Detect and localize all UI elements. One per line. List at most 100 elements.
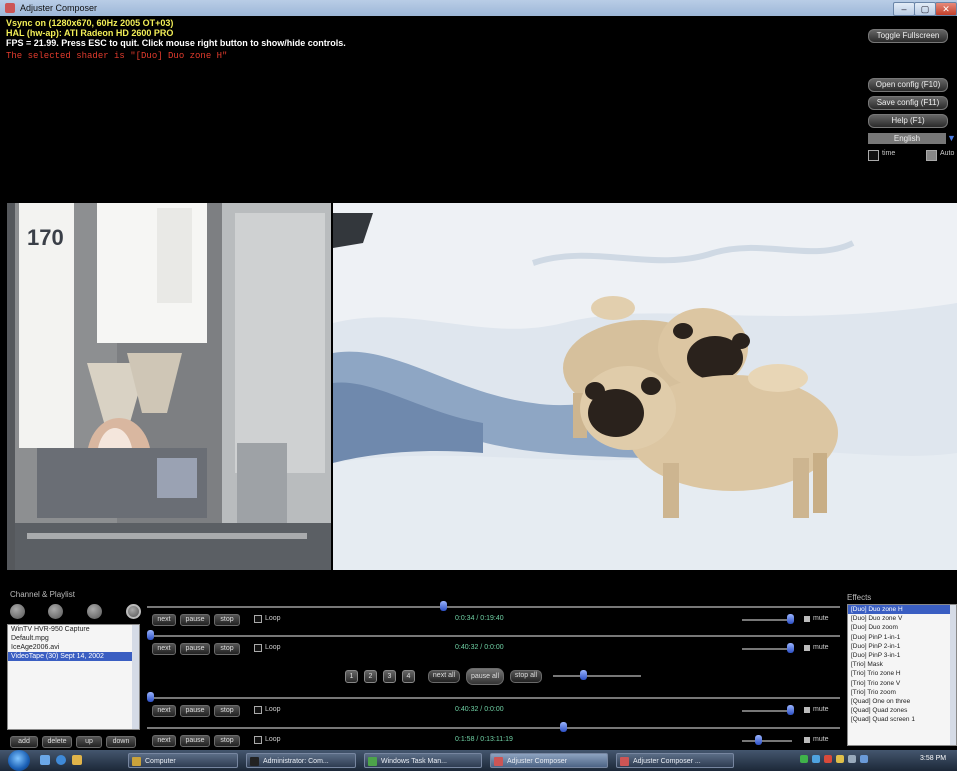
effect-item-selected[interactable]: [Duo] Duo zone H (848, 605, 956, 615)
start-button[interactable] (8, 750, 30, 771)
add-button[interactable]: add (10, 736, 38, 748)
track-3-seek-knob[interactable] (147, 692, 154, 702)
taskbar-item-cmd[interactable]: Administrator: Com... (246, 753, 356, 768)
track-1-seekbar[interactable] (147, 606, 840, 608)
track-3-stop-button[interactable]: stop (214, 705, 240, 717)
track-2-mute-checkbox[interactable] (804, 645, 810, 651)
delete-button[interactable]: delete (42, 736, 72, 748)
next-all-button[interactable]: next all (428, 670, 460, 683)
channel-2-select-button[interactable]: 2 (364, 670, 377, 683)
open-config-button[interactable]: Open config (F10) (868, 78, 948, 92)
effect-item[interactable]: [Quad] Quad zones (848, 706, 956, 715)
effect-item[interactable]: [Trio] Trio zone H (848, 669, 956, 678)
tray-shield-icon[interactable] (812, 755, 820, 763)
effect-item[interactable]: [Quad] One on three (848, 697, 956, 706)
track-4-seekbar[interactable] (147, 727, 840, 729)
taskbar-item-computer[interactable]: Computer (128, 753, 238, 768)
track-4-stop-button[interactable]: stop (214, 735, 240, 747)
track-2-seek-knob[interactable] (147, 630, 154, 640)
channel-1-select-button[interactable]: 1 (345, 670, 358, 683)
playlist-scrollbar[interactable] (132, 625, 139, 729)
effect-item[interactable]: [Duo] PinP 1-in-1 (848, 633, 956, 642)
taskbar-item-taskman[interactable]: Windows Task Man... (364, 753, 482, 768)
effects-list[interactable]: [Duo] Duo zone H [Duo] Duo zone V [Duo] … (847, 604, 957, 746)
track-1-stop-button[interactable]: stop (214, 614, 240, 626)
auto-checkbox[interactable] (926, 150, 937, 161)
effect-item[interactable]: [Trio] Mask (848, 660, 956, 669)
list-item-selected[interactable]: VideoTape (30) Sept 14, 2002 (8, 652, 139, 661)
explorer-icon[interactable] (72, 755, 82, 765)
track-2-volume[interactable] (742, 648, 792, 650)
track-1-seek-knob[interactable] (440, 601, 447, 611)
effect-item[interactable]: [Duo] PinP 3-in-1 (848, 651, 956, 660)
track-3-next-button[interactable]: next (152, 705, 176, 717)
minimize-button[interactable]: – (893, 2, 915, 16)
track-4-mute-checkbox[interactable] (804, 737, 810, 743)
time-checkbox[interactable] (868, 150, 879, 161)
toggle-fullscreen-button[interactable]: Toggle Fullscreen (868, 29, 948, 43)
effect-item[interactable]: [Duo] Duo zoom (848, 623, 956, 632)
tray-alert-icon[interactable] (824, 755, 832, 763)
track-2-loop-checkbox[interactable] (254, 644, 262, 652)
effects-scrollbar[interactable] (950, 605, 956, 745)
close-button[interactable]: ✕ (935, 2, 957, 16)
track-3-volume-knob[interactable] (787, 705, 794, 715)
tray-volume-icon[interactable] (848, 755, 856, 763)
master-volume-slider[interactable] (553, 675, 641, 677)
track-3-mute-checkbox[interactable] (804, 707, 810, 713)
track-1-loop-checkbox[interactable] (254, 615, 262, 623)
list-item[interactable]: IceAge2006.avi (8, 643, 139, 652)
down-button[interactable]: down (106, 736, 136, 748)
master-volume-knob[interactable] (580, 670, 587, 680)
track-2-seekbar[interactable] (147, 635, 840, 637)
track-1-volume[interactable] (742, 619, 792, 621)
taskbar-item-adjuster[interactable]: Adjuster Composer (490, 753, 608, 768)
track-2-next-button[interactable]: next (152, 643, 176, 655)
effect-item[interactable]: [Trio] Trio zoom (848, 688, 956, 697)
pause-all-button[interactable]: pause all (466, 668, 504, 685)
track-1-volume-knob[interactable] (787, 614, 794, 624)
browser-icon[interactable] (56, 755, 66, 765)
channel-4-select-button[interactable]: 4 (402, 670, 415, 683)
show-desktop-icon[interactable] (40, 755, 50, 765)
effect-item[interactable]: [Duo] PinP 2-in-1 (848, 642, 956, 651)
track-3-seekbar[interactable] (147, 697, 840, 699)
effect-item[interactable]: [Duo] Duo zone V (848, 614, 956, 623)
up-button[interactable]: up (76, 736, 102, 748)
tray-network-icon[interactable] (800, 755, 808, 763)
track-4-loop-checkbox[interactable] (254, 736, 262, 744)
track-4-next-button[interactable]: next (152, 735, 176, 747)
clock[interactable]: 3:58 PM (920, 755, 946, 762)
effect-item[interactable]: [Quad] Quad screen 1 (848, 715, 956, 724)
track-2-pause-button[interactable]: pause (180, 643, 210, 655)
tray-display-icon[interactable] (860, 755, 868, 763)
tray-folder-icon[interactable] (836, 755, 844, 763)
playlist-list[interactable]: WinTV HVR-950 Capture Default.mpg IceAge… (7, 624, 140, 730)
list-item[interactable]: WinTV HVR-950 Capture (8, 625, 139, 634)
language-select[interactable]: English (868, 133, 946, 144)
track-4-volume-knob[interactable] (755, 735, 762, 745)
channel-4-button[interactable] (126, 604, 141, 619)
effect-item[interactable]: [Trio] Trio zone V (848, 679, 956, 688)
maximize-button[interactable]: ▢ (914, 2, 936, 16)
stop-all-button[interactable]: stop all (510, 670, 542, 683)
track-2-stop-button[interactable]: stop (214, 643, 240, 655)
track-1-pause-button[interactable]: pause (180, 614, 210, 626)
track-4-seek-knob[interactable] (560, 722, 567, 732)
chevron-down-icon[interactable]: ▼ (947, 133, 957, 144)
track-4-volume[interactable] (742, 740, 792, 742)
channel-2-button[interactable] (48, 604, 63, 619)
channel-1-button[interactable] (10, 604, 25, 619)
help-button[interactable]: Help (F1) (868, 114, 948, 128)
track-2-volume-knob[interactable] (787, 643, 794, 653)
list-item[interactable]: Default.mpg (8, 634, 139, 643)
taskbar-item-adjuster-2[interactable]: Adjuster Composer ... (616, 753, 734, 768)
track-3-pause-button[interactable]: pause (180, 705, 210, 717)
channel-3-button[interactable] (87, 604, 102, 619)
track-3-volume[interactable] (742, 710, 792, 712)
save-config-button[interactable]: Save config (F11) (868, 96, 948, 110)
channel-3-select-button[interactable]: 3 (383, 670, 396, 683)
track-1-next-button[interactable]: next (152, 614, 176, 626)
track-1-mute-checkbox[interactable] (804, 616, 810, 622)
track-4-pause-button[interactable]: pause (180, 735, 210, 747)
